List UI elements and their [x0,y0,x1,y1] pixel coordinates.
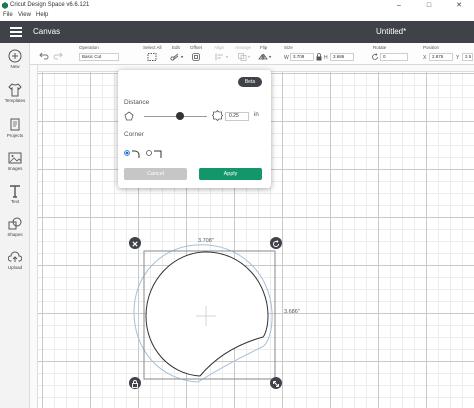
document-title: Untitled* [376,27,407,36]
offset-panel: Beta Distance 0.25 in Corner Cancel Appl… [118,70,271,188]
text-icon [10,185,20,198]
delete-handle[interactable] [129,237,141,249]
position-label: Position [423,45,440,50]
edit-toolbar: Operation Basic Cut Select All Edit Offs… [30,43,474,65]
operation-label: Operation [79,45,99,50]
sidebar-item-label: Images [7,166,23,171]
lock-icon [132,380,138,388]
width-dimension-label: 3.708" [198,238,214,244]
corner-label: Corner [124,131,144,138]
resize-handle[interactable] [270,377,282,389]
left-sidebar: New Templates Projects Images Text Shape… [0,43,30,408]
sidebar-item-new[interactable]: New [0,49,30,69]
app-icon [2,2,8,9]
flip-icon[interactable] [258,53,272,61]
operation-select[interactable]: Basic Cut [79,53,119,61]
menu-help[interactable]: Help [36,12,48,18]
edit-scissors-icon[interactable] [170,53,184,61]
select-all-icon[interactable] [147,53,157,61]
shirt-icon [8,83,22,97]
offset-label: Offset [190,45,202,50]
size-width-input[interactable]: 3.708 [290,53,314,61]
size-label: Size [284,45,293,50]
position-x-input[interactable]: 2.875 [429,53,453,61]
close-button[interactable]: ✕ [444,0,474,12]
app-header: Canvas Untitled* [0,21,474,43]
maximize-button[interactable]: □ [414,0,444,12]
vertical-ruler [30,65,38,408]
sidebar-item-shapes[interactable]: Shapes [0,217,30,237]
sidebar-item-label: Templates [4,98,26,103]
section-title: Canvas [33,27,61,36]
circle-shape[interactable] [145,251,269,377]
pos-x-prefix: X [423,55,427,61]
pos-y-prefix: Y [456,55,460,61]
arrange-label: Arrange [235,45,252,50]
select-all-label: Select All [143,45,162,50]
sidebar-item-templates[interactable]: Templates [0,83,30,103]
canvas-shape-group[interactable] [120,230,290,400]
window-titlebar: Cricut Design Space v6.6.121 – □ ✕ [0,0,474,12]
align-icon[interactable] [215,53,229,61]
window-title: Cricut Design Space v6.6.121 [10,2,90,8]
projects-icon [10,118,20,131]
rotate-icon [372,53,378,60]
rotate-handle[interactable] [270,237,282,249]
distance-slider-thumb[interactable] [176,112,184,120]
align-label: Align [214,45,225,50]
sidebar-item-label: Shapes [7,232,23,237]
distance-input[interactable]: 0.25 [225,112,249,121]
lock-icon[interactable] [316,53,322,61]
resize-icon [273,381,279,387]
large-offset-icon [212,110,223,121]
offset-icon[interactable] [192,53,202,61]
plus-icon [8,49,22,63]
minimize-button[interactable]: – [384,0,414,12]
edit-label: Edit [172,45,180,50]
lock-handle[interactable] [129,377,141,389]
height-dimension-label: 3.686" [284,309,300,315]
small-offset-icon [124,111,134,121]
apply-button[interactable]: Apply [199,168,262,180]
sidebar-item-label: Text [10,199,20,204]
hamburger-menu-icon[interactable] [10,27,22,37]
rotate-label: Rotate [373,45,387,50]
sidebar-item-images[interactable]: Images [0,151,30,171]
flip-label: Flip [260,45,268,50]
close-icon [132,241,138,247]
size-h-prefix: H [324,55,328,61]
sidebar-item-label: Projects [6,133,24,138]
rotate-input[interactable]: 0 [380,53,408,61]
distance-label: Distance [124,99,150,106]
arrange-icon[interactable] [238,53,252,61]
sidebar-item-upload[interactable]: Upload [0,250,30,270]
cancel-button[interactable]: Cancel [124,168,187,180]
beta-badge: Beta [238,77,262,87]
menu-bar: File View Help [0,12,474,21]
size-height-input[interactable]: 3.686 [330,53,354,61]
sidebar-item-label: New [10,64,20,69]
distance-unit: in [254,112,259,118]
sidebar-item-label: Upload [7,265,23,270]
redo-icon[interactable] [53,52,63,60]
upload-icon [8,251,22,262]
image-icon [8,152,22,164]
undo-icon[interactable] [39,52,49,60]
sidebar-item-text[interactable]: Text [0,184,30,204]
rotate-icon [273,240,279,247]
corner-rounded-option[interactable] [124,145,142,158]
corner-square-option[interactable] [146,145,164,158]
shapes-icon [8,217,22,230]
size-w-prefix: W [284,55,289,61]
sidebar-item-projects[interactable]: Projects [0,118,30,138]
rounded-corner-radio-icon [124,150,140,158]
menu-view[interactable]: View [18,12,31,18]
menu-file[interactable]: File [3,12,13,18]
square-corner-radio-icon [146,150,162,158]
position-y-input[interactable]: 2.5 [462,53,473,61]
